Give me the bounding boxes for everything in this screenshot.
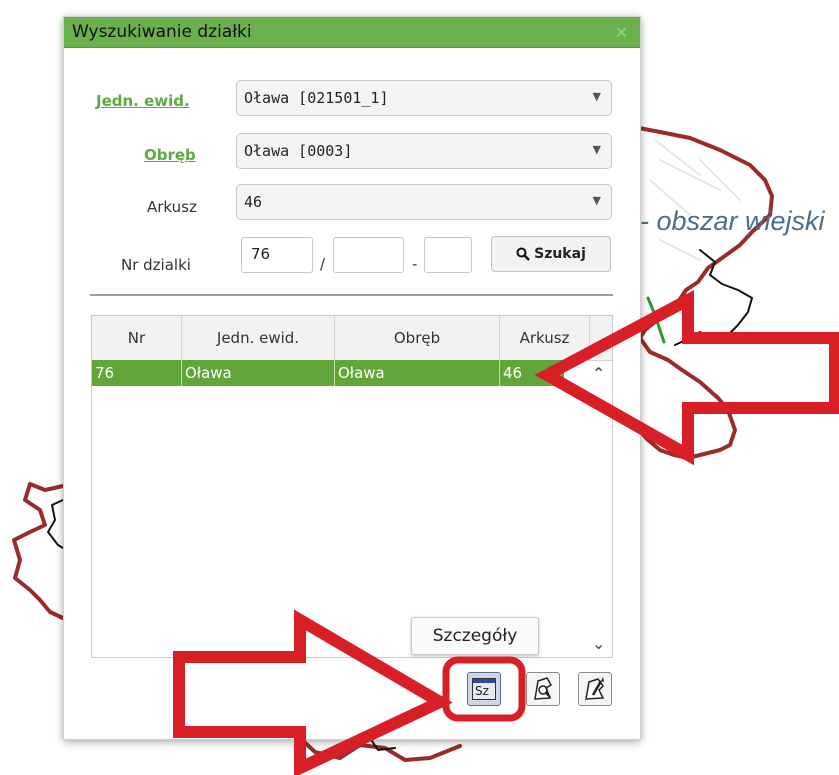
column-header-obreb[interactable]: Obręb — [335, 316, 500, 360]
municipality-boundary — [674, 249, 753, 346]
table-header: Nr Jedn. ewid. Obręb Arkusz — [92, 316, 612, 361]
jedn-ewid-label[interactable]: Jedn. ewid. — [96, 92, 190, 110]
close-icon[interactable]: ✕ — [615, 23, 628, 42]
parcel-locate-button[interactable] — [526, 672, 560, 706]
district-boundary-east — [637, 126, 774, 460]
parcel-number-part-input[interactable] — [333, 237, 404, 273]
arkusz-label: Arkusz — [147, 198, 197, 216]
cell-arkusz: 46 — [503, 364, 523, 382]
chevron-down-icon: ▼ — [592, 90, 601, 103]
parcel-locate-icon — [534, 677, 553, 700]
dialog-titlebar[interactable]: Wyszukiwanie działki ✕ — [64, 17, 640, 48]
separator-slash: / — [320, 255, 326, 273]
column-header-nr[interactable]: Nr — [92, 316, 182, 360]
column-header-arkusz[interactable]: Arkusz — [500, 316, 590, 360]
search-icon — [516, 247, 530, 261]
results-table: Nr Jedn. ewid. Obręb Arkusz 76 Oława Oła… — [91, 315, 613, 658]
parcel-number-input[interactable]: 76 — [241, 237, 313, 273]
details-button[interactable]: Sz — [467, 672, 501, 706]
obreb-label[interactable]: Obręb — [144, 146, 196, 164]
obreb-select[interactable]: Oława [0003] ▼ — [236, 133, 612, 169]
obreb-value: Oława [0003] — [244, 142, 353, 160]
cell-obreb: Oława — [335, 360, 500, 386]
parcel-draw-icon — [585, 677, 605, 700]
dialog-title: Wyszukiwanie działki — [72, 22, 252, 42]
chevron-down-icon: ▼ — [592, 143, 601, 156]
table-row[interactable]: 76 Oława Oława 46 — [92, 360, 564, 386]
jedn-ewid-select[interactable]: Oława [021501_1] ▼ — [236, 80, 612, 116]
tooltip: Szczegóły — [411, 617, 539, 655]
parcel-search-dialog: Wyszukiwanie działki ✕ Jedn. ewid. Oława… — [63, 16, 641, 740]
arkusz-value: 46 — [244, 193, 263, 211]
search-button[interactable]: Szukaj — [491, 236, 611, 272]
column-header-jedn-ewid[interactable]: Jedn. ewid. — [182, 316, 335, 360]
scroll-up-icon[interactable]: ⌃ — [592, 364, 605, 383]
jedn-ewid-value: Oława [021501_1] — [244, 89, 389, 107]
search-button-label: Szukaj — [534, 246, 586, 262]
map-area-label: - obszar wiejski — [640, 206, 825, 236]
cell-jedn-ewid: Oława — [182, 360, 335, 386]
arkusz-select[interactable]: 46 ▼ — [236, 184, 612, 220]
highlight-boundary — [646, 296, 666, 344]
parcel-number-suffix-input[interactable] — [424, 237, 472, 273]
parcel-draw-button[interactable] — [578, 672, 612, 706]
details-icon: Sz — [472, 678, 496, 700]
scroll-down-icon[interactable]: ⌄ — [592, 634, 605, 653]
separator-dash: - — [412, 255, 418, 273]
municipality-boundary-west — [47, 499, 64, 549]
nr-dzialki-label: Nr dzialki — [121, 256, 191, 274]
vertical-scrollbar[interactable]: ⌃ ⌄ — [588, 360, 612, 657]
chevron-down-icon: ▼ — [592, 194, 601, 207]
cell-nr: 76 — [92, 360, 182, 386]
divider — [90, 294, 613, 296]
road-lines — [649, 139, 741, 261]
